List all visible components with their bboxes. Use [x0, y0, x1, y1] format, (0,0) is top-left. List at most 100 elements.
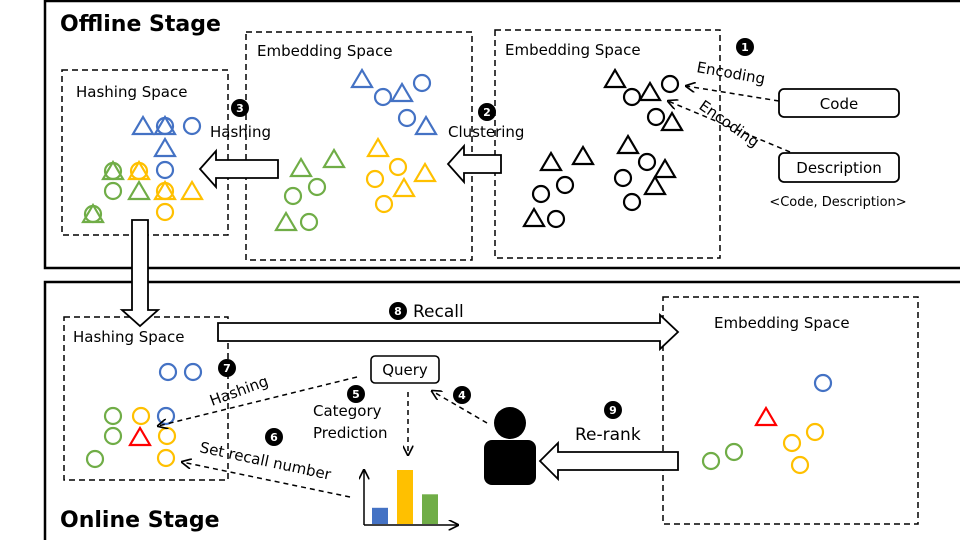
category-bar-chart [364, 470, 458, 525]
triangle-point [638, 80, 662, 102]
circle-point [388, 157, 408, 177]
step-number: 9 [609, 404, 617, 417]
circle-point [155, 160, 175, 180]
offline-to-online-arrow [119, 219, 161, 328]
triangle-point [390, 81, 414, 103]
circle-point [283, 186, 303, 206]
circle-point [373, 87, 393, 107]
step-number: 4 [458, 389, 466, 402]
circle-point [158, 362, 178, 382]
step-number: 2 [483, 106, 491, 119]
circle-point [637, 152, 657, 172]
triangle-point [289, 156, 313, 178]
triangle-point [660, 110, 684, 132]
step-number: 1 [741, 41, 749, 54]
encoding-label-1: Encoding [695, 58, 766, 88]
circle-point [412, 73, 432, 93]
offline-embedding-space-label-right: Embedding Space [505, 41, 641, 59]
circle-point [805, 422, 825, 442]
circle-point [555, 175, 575, 195]
offline-embedding-space-box-right [494, 29, 721, 259]
circle-point [374, 194, 394, 214]
step-number: 8 [394, 305, 402, 318]
triangle-point [366, 136, 390, 158]
prediction-label: Prediction [313, 424, 388, 442]
diagram: Offline Stage Online Stage Hashing Space… [43, 0, 960, 540]
recall-label: Recall [413, 302, 464, 322]
user-icon [484, 407, 536, 485]
offline-stage-title: Offline Stage [60, 12, 221, 37]
circle-point [546, 209, 566, 229]
triangle-point [653, 157, 677, 179]
chart-bar [372, 507, 388, 524]
circle-point [724, 442, 744, 462]
triangle-point [131, 114, 155, 136]
circle-point [156, 448, 176, 468]
encoding-label-2: Encoding [696, 97, 763, 151]
chart-bar [422, 494, 438, 524]
circle-point [155, 202, 175, 222]
triangle-point [322, 147, 346, 169]
circle-point [85, 449, 105, 469]
circle-point [622, 87, 642, 107]
triangle-point [539, 150, 563, 172]
triangle-point [128, 425, 152, 447]
step-number: 5 [352, 388, 360, 401]
circle-point [660, 74, 680, 94]
circle-point [307, 177, 327, 197]
circle-point [790, 455, 810, 475]
circle-point [813, 373, 833, 393]
circle-point [131, 406, 151, 426]
circle-point [531, 184, 551, 204]
offline-embedding-space-label-mid: Embedding Space [257, 42, 393, 60]
query-label: Query [382, 361, 428, 379]
step-number: 3 [236, 102, 244, 115]
rerank-block-arrow [538, 440, 679, 482]
step-number: 7 [223, 362, 231, 375]
triangle-point [153, 136, 177, 158]
description-label: Description [796, 159, 881, 177]
code-description-pair: <Code, Description> [769, 195, 906, 210]
online-hashing-space-label: Hashing Space [73, 328, 184, 346]
circle-point [613, 168, 633, 188]
code-label: Code [820, 95, 858, 113]
circle-point [182, 116, 202, 136]
circle-point [156, 406, 176, 426]
circle-point [365, 169, 385, 189]
circle-point [646, 107, 666, 127]
triangle-point [414, 114, 438, 136]
hashing-block-arrow [198, 148, 279, 190]
online-embedding-space-label: Embedding Space [714, 314, 850, 332]
triangle-point [392, 176, 416, 198]
offline-hashing-space-label: Hashing Space [76, 83, 187, 101]
circle-point [782, 433, 802, 453]
circle-point [103, 181, 123, 201]
online-stage-title: Online Stage [60, 508, 220, 533]
online-hashing-label: Hashing [207, 372, 270, 410]
circle-point [299, 212, 319, 232]
triangle-point [754, 405, 778, 427]
chart-bar [397, 470, 413, 524]
circle-point [103, 426, 123, 446]
encoding-arrow-code [686, 86, 780, 102]
rerank-label: Re-rank [575, 425, 641, 445]
category-label: Category [313, 402, 382, 420]
triangle-point [127, 179, 151, 201]
circle-point [157, 426, 177, 446]
triangle-point [274, 210, 298, 232]
clustering-label: Clustering [448, 123, 524, 141]
circle-point [701, 451, 721, 471]
step-number: 6 [270, 431, 278, 444]
circle-point [183, 362, 203, 382]
step-numbers: 1 2 3 4 5 6 7 8 9 [218, 38, 754, 446]
triangle-point [616, 133, 640, 155]
set-recall-number-label: Set recall number [198, 438, 333, 484]
triangle-point [603, 67, 627, 89]
triangle-point [643, 174, 667, 196]
triangle-point [413, 161, 437, 183]
circle-point [103, 406, 123, 426]
clustering-block-arrow [446, 143, 502, 185]
circle-point [397, 108, 417, 128]
offline-embedding-space-box-mid [245, 31, 473, 261]
circle-point [622, 192, 642, 212]
